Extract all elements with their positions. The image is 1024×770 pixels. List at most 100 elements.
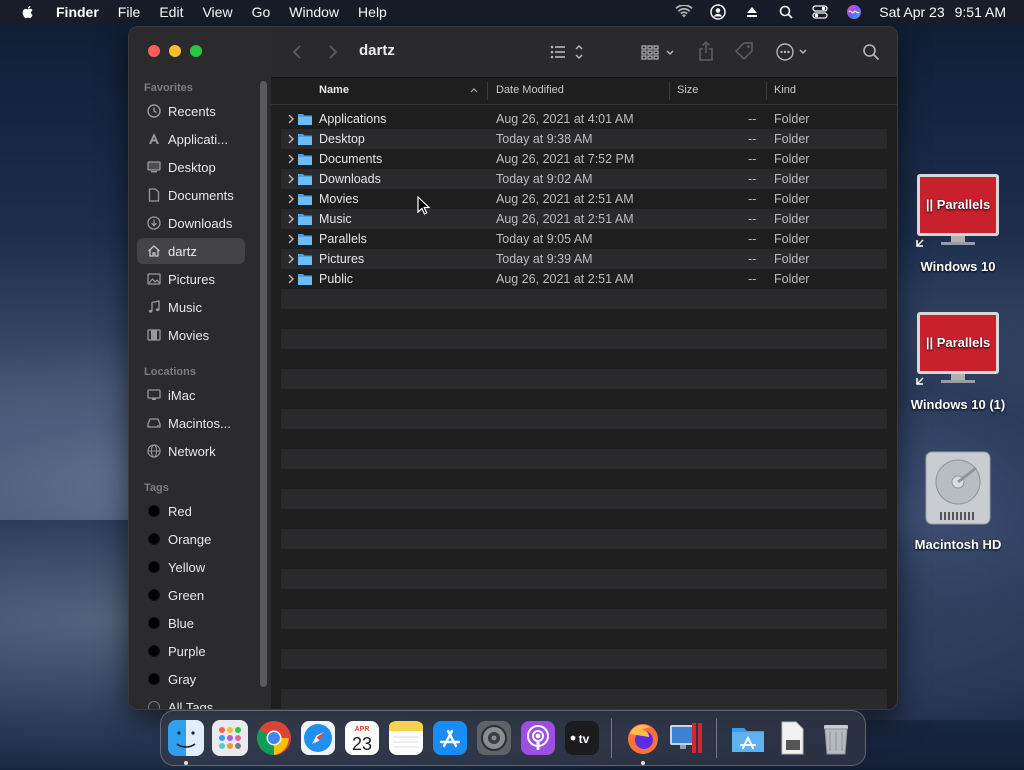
- wifi-icon[interactable]: [675, 3, 693, 21]
- sidebar-tag-green[interactable]: Green: [137, 582, 245, 608]
- dock-notes[interactable]: [387, 719, 425, 757]
- dock-trash[interactable]: [817, 719, 855, 757]
- launchpad-icon: [212, 720, 248, 756]
- sort-ascending-icon[interactable]: [470, 87, 478, 93]
- table-row[interactable]: Desktop Today at 9:38 AM -- Folder: [281, 129, 887, 149]
- apple-icon[interactable]: [20, 4, 36, 20]
- siri-icon[interactable]: [845, 3, 863, 21]
- disclosure-triangle-icon[interactable]: [286, 152, 296, 166]
- disclosure-triangle-icon[interactable]: [286, 132, 296, 146]
- dock-chrome[interactable]: [255, 719, 293, 757]
- dock-parallels[interactable]: [668, 719, 706, 757]
- dock-firefox[interactable]: [624, 719, 662, 765]
- sidebar-item-imac[interactable]: iMac: [137, 382, 245, 408]
- menu-help[interactable]: Help: [358, 4, 387, 20]
- dock-apple-tv[interactable]: tv: [563, 719, 601, 757]
- sidebar-tag-yellow[interactable]: Yellow: [137, 554, 245, 580]
- menu-finder[interactable]: Finder: [56, 4, 99, 20]
- column-name[interactable]: Name: [319, 84, 349, 96]
- dock-app-store[interactable]: [431, 719, 469, 757]
- sidebar-item-label: Pictures: [168, 271, 215, 287]
- menu-edit[interactable]: Edit: [159, 4, 183, 20]
- sidebar-tag-blue[interactable]: Blue: [137, 610, 245, 636]
- file-size: --: [748, 232, 757, 246]
- menu-view[interactable]: View: [202, 4, 232, 20]
- sidebar-tag-red[interactable]: Red: [137, 498, 245, 524]
- sidebar-item-home[interactable]: dartz: [137, 238, 245, 264]
- disclosure-triangle-icon[interactable]: [286, 172, 296, 186]
- table-row[interactable]: Parallels Today at 9:05 AM -- Folder: [281, 229, 887, 249]
- file-size: --: [748, 172, 757, 186]
- dock-system-preferences[interactable]: [475, 719, 513, 757]
- search-icon[interactable]: [777, 3, 795, 21]
- column-divider[interactable]: [766, 82, 767, 100]
- disclosure-triangle-icon[interactable]: [286, 252, 296, 266]
- sidebar-tag-all[interactable]: All Tags...: [137, 694, 245, 709]
- table-row[interactable]: Movies Aug 26, 2021 at 2:51 AM -- Folder: [281, 189, 887, 209]
- sidebar-item-downloads[interactable]: Downloads: [137, 210, 245, 236]
- menu-window[interactable]: Window: [289, 4, 339, 20]
- desktop-item-macintosh-hd[interactable]: Macintosh HD: [903, 448, 1013, 552]
- minimize-button[interactable]: [169, 45, 181, 57]
- sidebar-item-applications[interactable]: Applicati...: [137, 126, 245, 152]
- forward-button[interactable]: [325, 43, 341, 61]
- dock-finder[interactable]: [167, 719, 205, 765]
- table-row[interactable]: Documents Aug 26, 2021 at 7:52 PM -- Fol…: [281, 149, 887, 169]
- table-row[interactable]: Public Aug 26, 2021 at 2:51 AM -- Folder: [281, 269, 887, 289]
- sidebar-item-pictures[interactable]: Pictures: [137, 266, 245, 292]
- back-button[interactable]: [289, 43, 305, 61]
- column-kind[interactable]: Kind: [774, 84, 796, 96]
- action-button[interactable]: [775, 41, 811, 63]
- search-button[interactable]: [861, 42, 881, 62]
- table-row[interactable]: Downloads Today at 9:02 AM -- Folder: [281, 169, 887, 189]
- menu-file[interactable]: File: [118, 4, 141, 20]
- disclosure-triangle-icon[interactable]: [286, 212, 296, 226]
- sidebar-item-documents[interactable]: Documents: [137, 182, 245, 208]
- sidebar-tag-purple[interactable]: Purple: [137, 638, 245, 664]
- view-options-button[interactable]: [549, 42, 587, 62]
- dock: APR 23 tv: [160, 710, 866, 766]
- table-row[interactable]: Pictures Today at 9:39 AM -- Folder: [281, 249, 887, 269]
- menubar-date[interactable]: Sat Apr 23: [879, 4, 944, 20]
- control-center-icon[interactable]: [811, 3, 829, 21]
- zoom-button[interactable]: [190, 45, 202, 57]
- disclosure-triangle-icon[interactable]: [286, 272, 296, 286]
- folder-icon: [298, 134, 312, 145]
- close-button[interactable]: [148, 45, 160, 57]
- sidebar-item-music[interactable]: Music: [137, 294, 245, 320]
- sidebar-item-movies[interactable]: Movies: [137, 322, 245, 348]
- desktop-item-windows-10[interactable]: || Parallels Windows 10: [903, 172, 1013, 274]
- menubar-clock[interactable]: 9:51 AM: [955, 4, 1006, 20]
- sidebar-tag-orange[interactable]: Orange: [137, 526, 245, 552]
- group-button[interactable]: [641, 42, 679, 62]
- dock-podcasts[interactable]: [519, 719, 557, 757]
- sidebar-item-network[interactable]: Network: [137, 438, 245, 464]
- sidebar-item-desktop[interactable]: Desktop: [137, 154, 245, 180]
- user-icon[interactable]: [709, 3, 727, 21]
- dock-downloads[interactable]: [773, 719, 811, 757]
- dock-launchpad[interactable]: [211, 719, 249, 757]
- disclosure-triangle-icon[interactable]: [286, 192, 296, 206]
- column-date-modified[interactable]: Date Modified: [496, 84, 564, 96]
- disclosure-triangle-icon[interactable]: [286, 112, 296, 126]
- table-row[interactable]: Applications Aug 26, 2021 at 4:01 AM -- …: [281, 109, 887, 129]
- desktop-item-windows-10-1[interactable]: || Parallels Windows 10 (1): [903, 310, 1013, 412]
- eject-icon[interactable]: [743, 3, 761, 21]
- menu-go[interactable]: Go: [252, 4, 271, 20]
- sidebar-tag-gray[interactable]: Gray: [137, 666, 245, 692]
- empty-row: [281, 469, 887, 489]
- sidebar-item-macintosh-hd[interactable]: Macintos...: [137, 410, 245, 436]
- dock-safari[interactable]: [299, 719, 337, 757]
- dock-applications-folder[interactable]: [729, 719, 767, 757]
- empty-row: [281, 409, 887, 429]
- disclosure-triangle-icon[interactable]: [286, 232, 296, 246]
- column-divider[interactable]: [487, 82, 488, 100]
- dock-calendar[interactable]: APR 23: [343, 719, 381, 757]
- sidebar-item-recents[interactable]: Recents: [137, 98, 245, 124]
- sidebar-scrollbar[interactable]: [260, 81, 267, 687]
- tags-button[interactable]: [733, 40, 757, 62]
- share-button[interactable]: [695, 40, 717, 62]
- table-row[interactable]: Music Aug 26, 2021 at 2:51 AM -- Folder: [281, 209, 887, 229]
- column-size[interactable]: Size: [677, 84, 698, 96]
- column-divider[interactable]: [669, 82, 670, 100]
